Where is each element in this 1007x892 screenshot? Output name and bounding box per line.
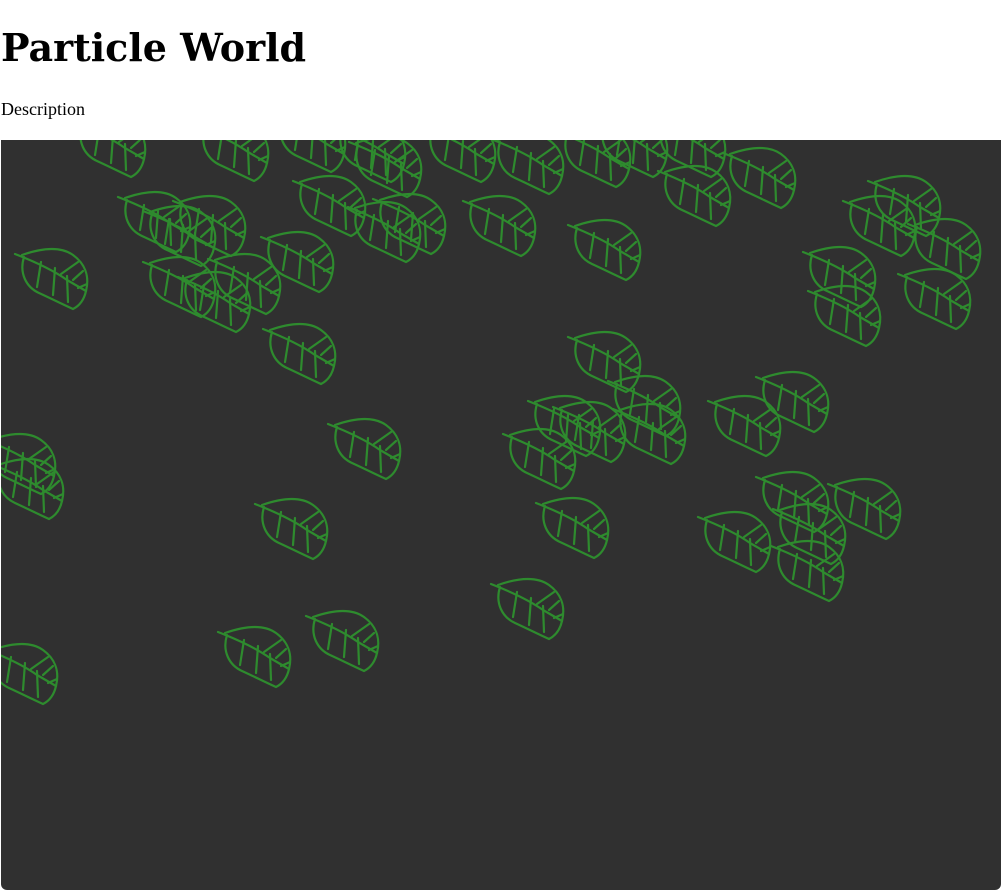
page-root: Particle World Description <box>0 0 1007 892</box>
particle-canvas[interactable] <box>1 140 1001 890</box>
page-title: Particle World <box>1 25 307 70</box>
particle-scene <box>1 140 1001 890</box>
page-description: Description <box>1 99 85 119</box>
